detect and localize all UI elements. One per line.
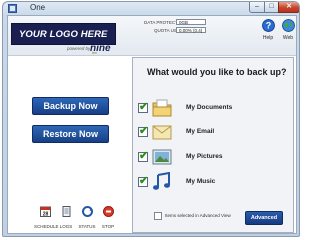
check-icon: ✔ — [139, 101, 149, 113]
documents-checkbox[interactable]: ✔ — [138, 101, 149, 113]
calendar-icon: 28 — [39, 206, 51, 218]
web-globe-icon[interactable] — [282, 19, 295, 32]
schedule-tool[interactable]: 28 SCHEDULE — [34, 204, 59, 229]
email-icon — [152, 125, 172, 140]
stop-icon — [102, 206, 114, 217]
left-panel: Backup Now Restore Now 28 SCHEDULE LOGS … — [8, 57, 129, 233]
documents-folder-icon — [152, 99, 172, 117]
music-checkbox[interactable]: ✔ — [138, 175, 149, 187]
status-icon — [81, 206, 93, 217]
status-label: STATUS — [78, 224, 96, 229]
email-label: My Email — [186, 128, 215, 135]
web-label[interactable]: Web — [278, 35, 298, 41]
logo-text: YOUR LOGO HERE — [19, 29, 108, 40]
option-my-email[interactable]: ✔ My Email — [138, 122, 288, 144]
pictures-checkbox[interactable]: ✔ — [138, 150, 149, 162]
logs-label: LOGS — [59, 224, 73, 229]
calendar-badge: 28 — [42, 212, 48, 218]
option-my-documents[interactable]: ✔ My Documents — [138, 98, 288, 120]
check-icon: ✔ — [139, 125, 149, 137]
panel-title: What would you like to back up? — [147, 67, 287, 77]
advanced-note: Items selected in Advanced View — [165, 213, 231, 218]
schedule-label: SCHEDULE — [34, 224, 59, 229]
pictures-icon — [152, 149, 172, 165]
app-window: One – □ ✕ YOUR LOGO HERE powered by nine… — [2, 1, 300, 237]
quota-used-value: 0.00% (0.4) — [176, 27, 206, 33]
backup-selection-panel: What would you like to back up? ✔ My Doc… — [132, 57, 294, 233]
data-protected-value: 0GB — [176, 19, 206, 25]
log-icon — [62, 206, 70, 217]
logo: YOUR LOGO HERE — [11, 23, 116, 45]
music-icon — [153, 172, 170, 190]
status-tool[interactable]: STATUS — [76, 204, 98, 229]
header: YOUR LOGO HERE powered by nine ten DATA … — [8, 16, 296, 56]
advanced-view-checkbox[interactable] — [154, 212, 162, 220]
minimize-button[interactable]: – — [249, 2, 265, 13]
close-button[interactable]: ✕ — [278, 2, 299, 13]
powered-by-label: powered by — [67, 46, 91, 51]
option-my-pictures[interactable]: ✔ My Pictures — [138, 147, 288, 169]
music-label: My Music — [186, 178, 216, 185]
help-icon[interactable]: ? — [262, 19, 275, 32]
check-icon: ✔ — [139, 150, 149, 162]
maximize-button[interactable]: □ — [264, 2, 279, 13]
help-label[interactable]: Help — [258, 35, 278, 41]
brand-sub: ten — [92, 51, 97, 55]
title-bar: One – □ ✕ — [3, 2, 299, 15]
email-checkbox[interactable]: ✔ — [138, 125, 149, 137]
restore-now-button[interactable]: Restore Now — [32, 125, 109, 143]
main-content: YOUR LOGO HERE powered by nine ten DATA … — [7, 15, 297, 234]
backup-now-button[interactable]: Backup Now — [32, 97, 109, 115]
pictures-label: My Pictures — [186, 153, 223, 160]
documents-label: My Documents — [186, 104, 233, 111]
advanced-button[interactable]: Advanced — [245, 211, 283, 225]
stop-tool[interactable]: STOP — [97, 204, 119, 229]
svg-text:?: ? — [266, 21, 272, 31]
app-icon — [8, 4, 17, 13]
check-icon: ✔ — [139, 175, 149, 187]
stop-label: STOP — [101, 224, 115, 229]
logs-tool[interactable]: LOGS — [55, 204, 77, 229]
window-title: One — [30, 3, 46, 12]
option-my-music[interactable]: ✔ My Music — [138, 172, 288, 194]
